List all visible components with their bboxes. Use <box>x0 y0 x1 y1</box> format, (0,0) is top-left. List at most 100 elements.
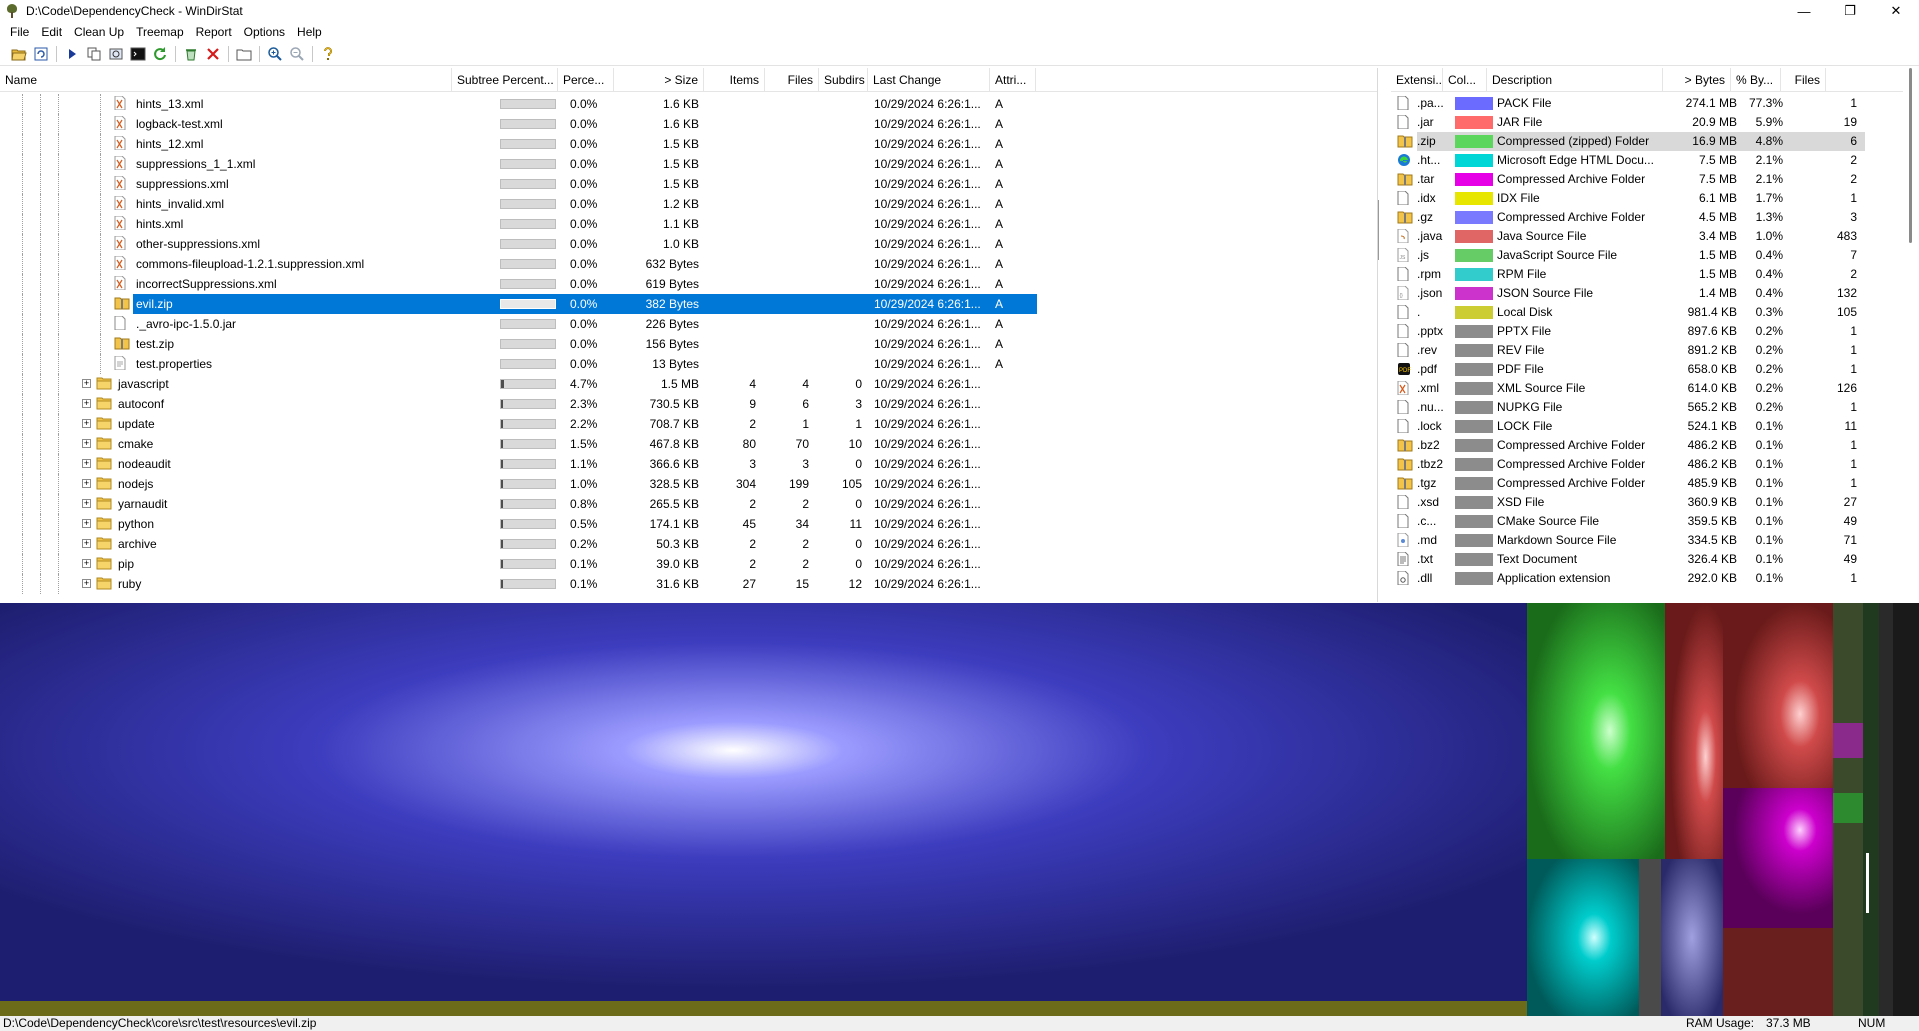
explorer-icon[interactable] <box>105 44 127 64</box>
extension-row[interactable]: .lock LOCK File 524.1 KB 0.1% 11 <box>1391 417 1903 436</box>
menu-file[interactable]: File <box>4 22 35 42</box>
maximize-button[interactable]: ❐ <box>1827 0 1873 22</box>
tree-row[interactable]: hints.xml 0.0% 1.1 KB 10/29/2024 6:26:1... A <box>0 214 1377 234</box>
zoom-in-icon[interactable] <box>264 44 286 64</box>
extension-row[interactable]: .md Markdown Source File 334.5 KB 0.1% 71 <box>1391 531 1903 550</box>
expand-toggle[interactable]: + <box>82 579 91 588</box>
column-files[interactable]: Files <box>765 68 819 92</box>
column-size[interactable]: > Size <box>614 68 704 92</box>
expand-toggle[interactable]: + <box>82 419 91 428</box>
menu-help[interactable]: Help <box>291 22 328 42</box>
column-subtree-percent[interactable]: Subtree Percent... <box>452 68 558 92</box>
extension-row[interactable]: .zip Compressed (zipped) Folder 16.9 MB 4.8… <box>1391 132 1903 151</box>
treemap-block-small-3[interactable] <box>1833 793 1863 823</box>
tree-row[interactable]: + nodejs 1.0% 328.5 KB 304 199 105 10/29/2024 6… <box>0 474 1377 494</box>
extension-row[interactable]: .dll Application extension 292.0 KB 0.1% 1 <box>1391 569 1903 588</box>
expand-toggle[interactable]: + <box>82 499 91 508</box>
tree-row[interactable]: + update 2.2% 708.7 KB 2 1 1 10/29/2024 6:26:1.… <box>0 414 1377 434</box>
extension-row[interactable]: .c... CMake Source File 359.5 KB 0.1% 49 <box>1391 512 1903 531</box>
play-icon[interactable] <box>61 44 83 64</box>
column-extension[interactable]: Extensi... <box>1391 68 1443 92</box>
command-prompt-icon[interactable] <box>127 44 149 64</box>
extension-row[interactable]: .ht... Microsoft Edge HTML Docu... 7.5 MB 2… <box>1391 151 1903 170</box>
tree-row[interactable]: incorrectSuppressions.xml 0.0% 619 Bytes 10… <box>0 274 1377 294</box>
treemap-block-jar[interactable] <box>1723 603 1833 788</box>
expand-toggle[interactable]: + <box>82 519 91 528</box>
treemap-block-tar[interactable] <box>1723 788 1833 928</box>
column-percent[interactable]: Perce... <box>558 68 614 92</box>
tree-row[interactable]: test.properties 0.0% 13 Bytes 10/29/2024 6:… <box>0 354 1377 374</box>
treemap[interactable] <box>0 603 1919 1016</box>
extension-row[interactable]: .idx IDX File 6.1 MB 1.7% 1 <box>1391 189 1903 208</box>
menu-treemap[interactable]: Treemap <box>130 22 190 42</box>
tree-row[interactable]: evil.zip 0.0% 382 Bytes 10/29/2024 6:26:1..… <box>0 294 1377 314</box>
treemap-block-idx[interactable] <box>0 1001 1527 1016</box>
menu-options[interactable]: Options <box>238 22 291 42</box>
open-folder-icon[interactable] <box>8 44 30 64</box>
expand-toggle[interactable]: + <box>82 559 91 568</box>
expand-toggle[interactable]: + <box>82 479 91 488</box>
treemap-block-gz[interactable] <box>1661 859 1723 1016</box>
help-icon[interactable] <box>317 44 339 64</box>
expand-toggle[interactable]: + <box>82 539 91 548</box>
extension-list-pane[interactable]: Extensi... Col... Description > Bytes % … <box>1391 68 1919 602</box>
menu-report[interactable]: Report <box>190 22 238 42</box>
extension-row[interactable]: .rpm RPM File 1.5 MB 0.4% 2 <box>1391 265 1903 284</box>
tree-row[interactable]: + pip 0.1% 39.0 KB 2 2 0 10/29/2024 6:26:1... <box>0 554 1377 574</box>
extension-row[interactable]: .bz2 Compressed Archive Folder 486.2 KB 0.1… <box>1391 436 1903 455</box>
column-items[interactable]: Items <box>704 68 765 92</box>
extension-row[interactable]: .xml XML Source File 614.0 KB 0.2% 126 <box>1391 379 1903 398</box>
tree-row[interactable]: test.zip 0.0% 156 Bytes 10/29/2024 6:26:1..… <box>0 334 1377 354</box>
refresh-all-icon[interactable] <box>149 44 171 64</box>
tree-row[interactable]: + yarnaudit 0.8% 265.5 KB 2 2 0 10/29/2024 6:26… <box>0 494 1377 514</box>
minimize-button[interactable]: — <box>1781 0 1827 22</box>
treemap-block-misc[interactable] <box>1639 859 1661 1016</box>
treemap-canvas[interactable] <box>0 603 1919 1016</box>
tree-row[interactable]: logback-test.xml 0.0% 1.6 KB 10/29/2024 6:2… <box>0 114 1377 134</box>
treemap-block-small-6[interactable] <box>1893 603 1919 1016</box>
extension-row[interactable]: {} .json JSON Source File 1.4 MB 0.4% 132 <box>1391 284 1903 303</box>
expand-toggle[interactable]: + <box>82 379 91 388</box>
tree-row[interactable]: + javascript 4.7% 1.5 MB 4 4 0 10/29/2024 6:26:… <box>0 374 1377 394</box>
refresh-icon[interactable] <box>30 44 52 64</box>
treemap-block-small-5[interactable] <box>1879 603 1893 1016</box>
tree-row[interactable]: other-suppressions.xml 0.0% 1.0 KB 10/29/20… <box>0 234 1377 254</box>
extension-row[interactable]: .nu... NUPKG File 565.2 KB 0.2% 1 <box>1391 398 1903 417</box>
extension-row[interactable]: JS .js JavaScript Source File 1.5 MB 0.4% 7 <box>1391 246 1903 265</box>
extension-scrollbar[interactable] <box>1903 68 1919 602</box>
tree-row[interactable]: commons-fileupload-1.2.1.suppression.xml… <box>0 254 1377 274</box>
column-attributes[interactable]: Attri... <box>990 68 1036 92</box>
tree-row[interactable]: + cmake 1.5% 467.8 KB 80 70 10 10/29/2024 6:26:… <box>0 434 1377 454</box>
scrollbar-thumb[interactable] <box>1909 68 1912 243</box>
column-percent-bytes[interactable]: % By... <box>1731 68 1781 92</box>
column-color[interactable]: Col... <box>1443 68 1487 92</box>
treemap-block-pack[interactable] <box>0 603 1527 1001</box>
tree-row[interactable]: suppressions_1_1.xml 0.0% 1.5 KB 10/29/2024… <box>0 154 1377 174</box>
tree-row[interactable]: ._avro-ipc-1.5.0.jar 0.0% 226 Bytes 10/29/2… <box>0 314 1377 334</box>
treemap-block-zip[interactable] <box>1527 603 1665 859</box>
expand-toggle[interactable]: + <box>82 459 91 468</box>
treemap-block-html[interactable] <box>1527 859 1639 1016</box>
copy-icon[interactable] <box>83 44 105 64</box>
column-last-change[interactable]: Last Change <box>868 68 990 92</box>
tree-row[interactable]: hints_12.xml 0.0% 1.5 KB 10/29/2024 6:26:1.… <box>0 134 1377 154</box>
extension-row[interactable]: .xsd XSD File 360.9 KB 0.1% 27 <box>1391 493 1903 512</box>
column-subdirs[interactable]: Subdirs <box>819 68 868 92</box>
delete-icon[interactable] <box>202 44 224 64</box>
close-button[interactable]: ✕ <box>1873 0 1919 22</box>
expand-toggle[interactable]: + <box>82 439 91 448</box>
extension-row[interactable]: .tbz2 Compressed Archive Folder 486.2 KB 0.… <box>1391 455 1903 474</box>
column-name[interactable]: Name <box>0 68 452 92</box>
tree-row[interactable]: + nodeaudit 1.1% 366.6 KB 3 3 0 10/29/2024 6:26… <box>0 454 1377 474</box>
tree-row[interactable]: + ruby 0.1% 31.6 KB 27 15 12 10/29/2024 6:26:1.… <box>0 574 1377 594</box>
extension-row[interactable]: .tgz Compressed Archive Folder 485.9 KB 0.1… <box>1391 474 1903 493</box>
expand-toggle[interactable]: + <box>82 399 91 408</box>
tree-row[interactable]: suppressions.xml 0.0% 1.5 KB 10/29/2024 6:2… <box>0 174 1377 194</box>
extension-row[interactable]: .gz Compressed Archive Folder 4.5 MB 1.3% 3 <box>1391 208 1903 227</box>
extension-row[interactable]: .tar Compressed Archive Folder 7.5 MB 2.1% 2 <box>1391 170 1903 189</box>
extension-row[interactable]: .rev REV File 891.2 KB 0.2% 1 <box>1391 341 1903 360</box>
recycle-icon[interactable] <box>180 44 202 64</box>
tree-row[interactable]: + autoconf 2.3% 730.5 KB 9 6 3 10/29/2024 6:26:… <box>0 394 1377 414</box>
new-folder-icon[interactable] <box>233 44 255 64</box>
column-bytes[interactable]: > Bytes <box>1663 68 1731 92</box>
